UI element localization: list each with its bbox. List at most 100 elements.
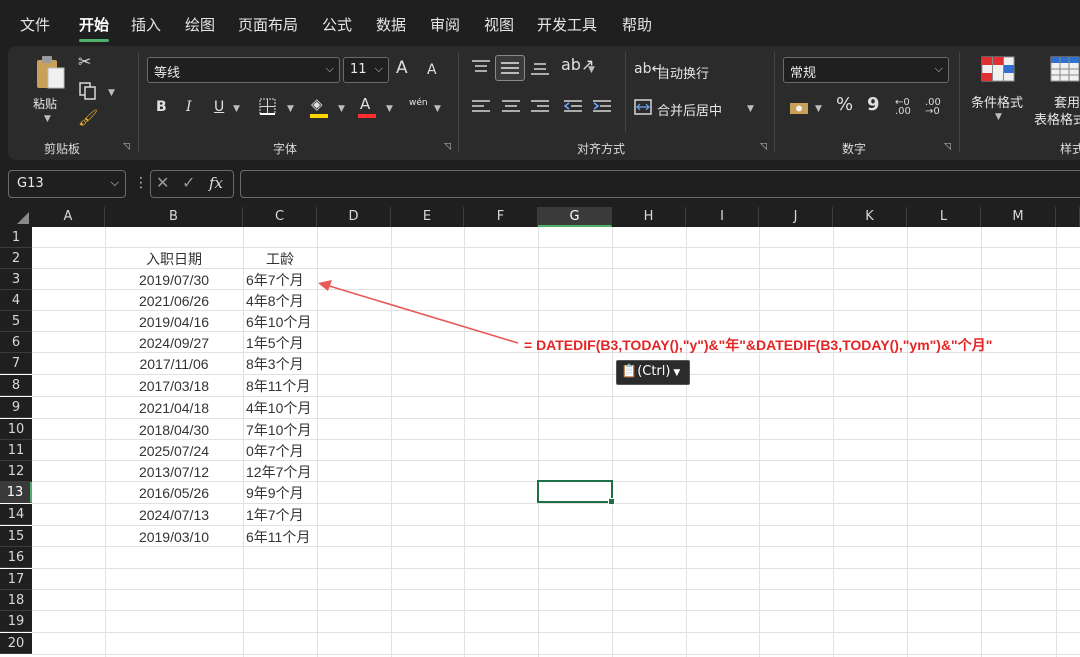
phonetic-guide-icon[interactable]: wén — [409, 98, 428, 108]
menu-developer[interactable]: 开发工具 — [537, 14, 597, 35]
chevron-down-icon: ⌵ — [934, 62, 943, 75]
font-color-chevron-down-icon[interactable]: ▼ — [386, 104, 393, 114]
group-divider — [959, 52, 960, 152]
menu-draw[interactable]: 绘图 — [185, 14, 215, 35]
font-color-icon[interactable]: A — [360, 96, 370, 112]
underline-button[interactable]: U — [214, 99, 224, 115]
merge-center-button[interactable]: 合并后居中 — [657, 100, 722, 119]
font-color-swatch — [358, 114, 376, 118]
worksheet[interactable]: A B C D E F G H I J K L M 1 2 3 4 5 6 7 … — [0, 207, 1080, 657]
font-group-label: 字体 — [273, 142, 298, 156]
fill-color-swatch — [310, 114, 328, 118]
menu-home[interactable]: 开始 — [79, 14, 109, 35]
paste-chevron-down-icon[interactable]: ▼ — [44, 114, 51, 124]
selected-cell-g13[interactable] — [537, 480, 615, 505]
enter-check-icon[interactable]: ✓ — [182, 175, 195, 191]
paste-label[interactable]: 粘贴 — [33, 95, 57, 112]
number-group-label: 数字 — [842, 142, 867, 156]
number-format-value: 常规 — [790, 66, 817, 81]
paste-options-button[interactable]: 📋(Ctrl) ▼ — [616, 360, 690, 385]
accounting-chevron-down-icon[interactable]: ▼ — [815, 104, 822, 114]
font-launcher-icon[interactable]: ◹ — [444, 142, 451, 152]
font-size-value: 11 — [350, 62, 367, 77]
group-divider — [458, 52, 459, 152]
chevron-down-icon: ⌵ — [110, 176, 119, 189]
align-right-icon[interactable] — [531, 100, 549, 114]
annotation-arrow — [318, 280, 519, 344]
clipboard-icon: 📋 — [621, 364, 638, 379]
format-as-table-icon[interactable] — [1050, 56, 1080, 82]
font-name-value: 等线 — [154, 66, 181, 81]
font-size-select[interactable]: 11 ⌵ — [343, 57, 389, 83]
format-as-table-label-line2[interactable]: 表格格式 — [1034, 109, 1080, 128]
conditional-chevron-down-icon[interactable]: ▼ — [995, 112, 1002, 122]
copy-chevron-down-icon[interactable]: ▼ — [108, 88, 115, 98]
menu-insert[interactable]: 插入 — [131, 14, 161, 35]
cut-icon[interactable]: ✂ — [78, 54, 91, 70]
paste-icon[interactable] — [34, 54, 68, 92]
increase-decimal-icon[interactable]: ←0.00 — [895, 98, 911, 117]
align-middle-button[interactable] — [495, 55, 525, 81]
cancel-icon[interactable]: ✕ — [156, 175, 169, 191]
menu-view[interactable]: 视图 — [484, 14, 514, 35]
italic-button[interactable]: I — [186, 99, 192, 115]
merge-chevron-down-icon[interactable]: ▼ — [747, 104, 754, 114]
phonetic-chevron-down-icon[interactable]: ▼ — [434, 104, 441, 114]
more-options-icon[interactable]: ⋮ — [134, 175, 148, 191]
alignment-group-label: 对齐方式 — [577, 142, 626, 156]
menu-review[interactable]: 审阅 — [430, 14, 460, 35]
ribbon: 粘贴 ▼ ✂ ▼ 🖌 剪贴板 ◹ 等线 ⌵ 11 ⌵ A A B I U ▼ ▼… — [8, 46, 1080, 160]
name-box[interactable]: G13 ⌵ — [8, 170, 126, 198]
align-left-icon[interactable] — [472, 100, 490, 114]
group-divider — [625, 52, 626, 132]
shrink-font-icon[interactable]: A — [427, 62, 437, 78]
grow-font-icon[interactable]: A — [396, 60, 408, 77]
copy-icon[interactable] — [79, 82, 97, 100]
active-tab-indicator — [79, 39, 109, 42]
bold-button[interactable]: B — [156, 99, 167, 115]
borders-icon[interactable] — [259, 98, 277, 116]
wrap-text-button[interactable]: 自动换行 — [657, 63, 709, 82]
align-middle-icon — [501, 62, 519, 74]
menu-data[interactable]: 数据 — [376, 14, 406, 35]
clipboard-group-label: 剪贴板 — [44, 142, 81, 156]
align-top-icon[interactable] — [472, 60, 490, 74]
chevron-down-icon: ▼ — [670, 368, 681, 378]
borders-chevron-down-icon[interactable]: ▼ — [287, 104, 294, 114]
paste-options-label: (Ctrl) — [637, 364, 671, 379]
number-format-select[interactable]: 常规 ⌵ — [783, 57, 949, 83]
formula-buttons: ✕ ✓ fx — [150, 170, 234, 198]
menu-page-layout[interactable]: 页面布局 — [238, 14, 298, 35]
merge-center-icon[interactable] — [634, 99, 652, 115]
comma-style-button[interactable]: 9 — [867, 96, 880, 114]
fill-color-chevron-down-icon[interactable]: ▼ — [338, 104, 345, 114]
clipboard-launcher-icon[interactable]: ◹ — [123, 142, 130, 152]
number-launcher-icon[interactable]: ◹ — [944, 142, 951, 152]
menu-help[interactable]: 帮助 — [622, 14, 652, 35]
formula-bar: G13 ⌵ ⋮ ✕ ✓ fx — [0, 162, 1080, 208]
percent-style-button[interactable]: % — [836, 96, 853, 114]
accounting-format-icon[interactable] — [789, 100, 811, 116]
align-center-icon[interactable] — [502, 100, 520, 114]
insert-function-icon[interactable]: fx — [209, 175, 223, 191]
conditional-formatting-button[interactable]: 条件格式 — [971, 92, 1023, 111]
group-divider — [138, 52, 139, 152]
fill-color-icon[interactable]: ◈ — [311, 96, 323, 112]
underline-chevron-down-icon[interactable]: ▼ — [233, 104, 240, 114]
formula-annotation: = DATEDIF(B3,TODAY(),"y")&"年"&DATEDIF(B3… — [524, 337, 993, 353]
decrease-indent-icon[interactable] — [564, 100, 582, 114]
group-divider — [774, 52, 775, 152]
formula-input[interactable] — [240, 170, 1080, 198]
increase-indent-icon[interactable] — [593, 100, 611, 114]
menu-formulas[interactable]: 公式 — [322, 14, 352, 35]
styles-group-label: 样式 — [1060, 142, 1080, 156]
format-painter-icon[interactable]: 🖌 — [78, 110, 98, 126]
conditional-formatting-icon[interactable] — [981, 56, 1015, 82]
font-name-select[interactable]: 等线 ⌵ — [147, 57, 340, 83]
orientation-chevron-down-icon[interactable]: ▼ — [588, 65, 595, 75]
alignment-launcher-icon[interactable]: ◹ — [760, 142, 767, 152]
menu-file[interactable]: 文件 — [20, 14, 50, 35]
align-bottom-icon[interactable] — [531, 62, 549, 76]
chevron-down-icon: ⌵ — [374, 62, 383, 75]
decrease-decimal-icon[interactable]: .00 →0 — [925, 98, 941, 117]
